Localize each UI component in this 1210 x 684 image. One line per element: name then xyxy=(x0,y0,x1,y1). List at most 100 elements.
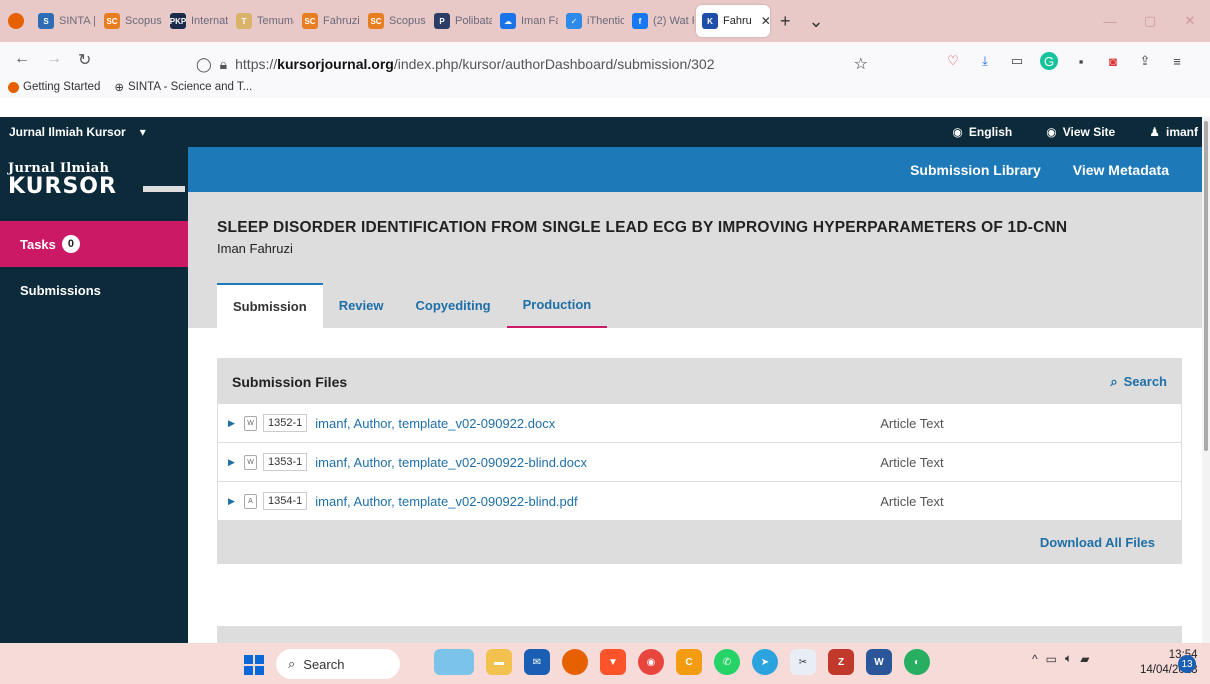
new-tab-button[interactable]: + xyxy=(772,11,799,32)
new-extension-icon[interactable]: ◙ xyxy=(1104,52,1122,70)
expand-arrow-icon[interactable]: ▶ xyxy=(228,457,244,468)
downloads-icon[interactable]: ⤓ xyxy=(976,52,994,70)
scrollbar-thumb[interactable] xyxy=(1204,121,1208,451)
brave-icon[interactable]: ▼ xyxy=(600,649,626,675)
tab-review[interactable]: Review xyxy=(323,283,400,328)
firefox-taskbar-icon[interactable] xyxy=(562,649,588,675)
expand-arrow-icon[interactable]: ▶ xyxy=(228,496,244,507)
tasks-button[interactable]: Tasks 0 xyxy=(0,221,188,267)
pdf-file-icon: A xyxy=(244,493,257,509)
url-host: kursorjournal.org xyxy=(277,56,394,72)
file-explorer-icon[interactable]: ▬ xyxy=(486,649,512,675)
shield-icon: ◯ xyxy=(196,55,212,72)
chevron-up-icon[interactable]: ^ xyxy=(1032,652,1038,666)
chrome-icon[interactable]: ◉ xyxy=(638,649,664,675)
tab-label: Polibata xyxy=(455,15,492,27)
browser-tab[interactable]: K Fahru ✕ xyxy=(696,5,770,37)
navigation-toolbar: ← → ↻ ◯ 🔒︎ https://kursorjournal.org/ind… xyxy=(0,42,1210,98)
url-prefix: https:// xyxy=(235,56,278,72)
widgets-icon[interactable] xyxy=(434,649,474,675)
word-icon[interactable]: W xyxy=(866,649,892,675)
share-icon[interactable]: ⇪ xyxy=(1136,52,1154,70)
tab-copyediting[interactable]: Copyediting xyxy=(400,283,507,328)
view-site-link[interactable]: ◉ View Site xyxy=(1046,125,1115,139)
app-icon[interactable]: ◐ xyxy=(904,649,930,675)
taskbar-search[interactable]: ⌕ Search xyxy=(276,649,400,679)
file-link[interactable]: imanf, Author, template_v02-090922-blind… xyxy=(315,455,880,470)
tab-submission[interactable]: Submission xyxy=(217,283,323,328)
start-button[interactable] xyxy=(244,655,264,675)
maximize-button[interactable]: ▢ xyxy=(1130,0,1170,42)
firefox-icon[interactable] xyxy=(8,13,24,29)
zotero-icon[interactable]: Z xyxy=(828,649,854,675)
bookmark-sinta[interactable]: ⊕ SINTA - Science and T... xyxy=(114,80,252,94)
file-type: Article Text xyxy=(880,493,944,509)
reload-button[interactable]: ↻ xyxy=(78,50,91,70)
forward-button[interactable]: → xyxy=(46,50,62,70)
browser-tab[interactable]: PKP Internati xyxy=(164,5,228,37)
language-menu[interactable]: ◉ English xyxy=(952,125,1012,139)
browser-tab[interactable]: ✓ iThentic xyxy=(560,5,624,37)
file-link[interactable]: imanf, Author, template_v02-090922.docx xyxy=(315,416,880,431)
whatsapp-icon[interactable]: ✆ xyxy=(714,649,740,675)
expand-arrow-icon[interactable]: ▶ xyxy=(228,418,244,429)
volume-icon[interactable]: 🔈︎ xyxy=(1065,651,1072,666)
close-window-button[interactable]: ✕ xyxy=(1170,0,1210,42)
tab-close-icon[interactable]: ✕ xyxy=(761,14,770,28)
reader-icon[interactable]: ▭ xyxy=(1008,52,1026,70)
grammarly-icon[interactable]: G xyxy=(1040,52,1058,70)
browser-tab[interactable]: SC Scopus xyxy=(98,5,162,37)
telegram-icon[interactable]: ➤ xyxy=(752,649,778,675)
logo-badge xyxy=(143,186,185,192)
windows-taskbar: ⌕ Search ▬ ✉ ▼ ◉ C ✆ ➤ ✂ Z W ◐ ^ ▭ 🔈︎ ▰ … xyxy=(0,643,1210,684)
journal-switcher[interactable]: Jurnal Ilmiah Kursor ▾ xyxy=(9,125,146,139)
tab-label: Scopus xyxy=(389,15,426,27)
back-button[interactable]: ← xyxy=(14,50,30,70)
page-scrollbar[interactable] xyxy=(1202,117,1210,643)
mail-icon[interactable]: ✉ xyxy=(524,649,550,675)
pre-review-discussions-panel xyxy=(217,626,1182,643)
submission-library-link[interactable]: Submission Library xyxy=(910,162,1041,178)
tab-production[interactable]: Production xyxy=(506,283,608,328)
file-row: ▶ W 1352-1 imanf, Author, template_v02-0… xyxy=(218,404,1181,443)
tab-favicon-icon: T xyxy=(236,13,252,29)
tab-favicon-icon: PKP xyxy=(170,13,186,29)
docx-file-icon: W xyxy=(244,415,257,431)
tab-label: (2) Wat PLAYING xyxy=(653,15,694,27)
browser-tab[interactable]: ☁ Iman Fa xyxy=(494,5,558,37)
notification-badge[interactable]: 13 xyxy=(1178,655,1196,673)
view-metadata-link[interactable]: View Metadata xyxy=(1073,162,1169,178)
tab-favicon-icon: SC xyxy=(302,13,318,29)
extension-icon[interactable]: ▪ xyxy=(1072,52,1090,70)
sidebar-item-submissions[interactable]: Submissions xyxy=(20,283,101,298)
download-all-files-link[interactable]: Download All Files xyxy=(1040,535,1155,550)
pocket-icon[interactable]: ♡ xyxy=(944,52,962,70)
browser-tab[interactable]: P Polibata xyxy=(428,5,492,37)
tab-favicon-icon: SC xyxy=(368,13,384,29)
minimize-button[interactable]: — xyxy=(1090,0,1130,42)
address-bar[interactable]: ◯ 🔒︎ https://kursorjournal.org/index.php… xyxy=(196,50,868,78)
network-icon[interactable]: ▭ xyxy=(1046,652,1057,666)
bookmark-getting-started[interactable]: Getting Started xyxy=(8,80,100,94)
tab-label: Internati xyxy=(191,15,228,27)
browser-tab[interactable]: T Temuma xyxy=(230,5,294,37)
menu-icon[interactable]: ≡ xyxy=(1168,52,1186,70)
journal-logo[interactable]: Jurnal Ilmiah KURSOR xyxy=(8,161,186,201)
browser-tab[interactable]: SC Scopus xyxy=(362,5,426,37)
bookmark-star-icon[interactable]: ☆ xyxy=(854,54,868,74)
submission-header: SLEEP DISORDER IDENTIFICATION FROM SINGL… xyxy=(188,192,1202,328)
browser-tab[interactable]: SC Fahruzi xyxy=(296,5,360,37)
url-path: /index.php/kursor/authorDashboard/submis… xyxy=(393,56,715,72)
browser-tab-strip: S SINTA | SC Scopus PKP Internati T Temuma SC Fah… xyxy=(0,0,1210,42)
browser-tab[interactable]: f (2) Wat PLAYING xyxy=(626,5,694,37)
ccleaner-icon[interactable]: C xyxy=(676,649,702,675)
tab-favicon-icon: SC xyxy=(104,13,120,29)
file-link[interactable]: imanf, Author, template_v02-090922-blind… xyxy=(315,494,880,509)
snipping-tool-icon[interactable]: ✂ xyxy=(790,649,816,675)
user-menu[interactable]: ♟ imanf xyxy=(1149,125,1198,139)
search-button[interactable]: ⌕ Search xyxy=(1110,374,1167,390)
search-icon: ⌕ xyxy=(288,656,296,671)
battery-icon[interactable]: ▰ xyxy=(1080,652,1089,666)
browser-tab[interactable]: S SINTA | xyxy=(32,5,96,37)
list-tabs-icon[interactable]: ⌄ xyxy=(801,11,832,32)
